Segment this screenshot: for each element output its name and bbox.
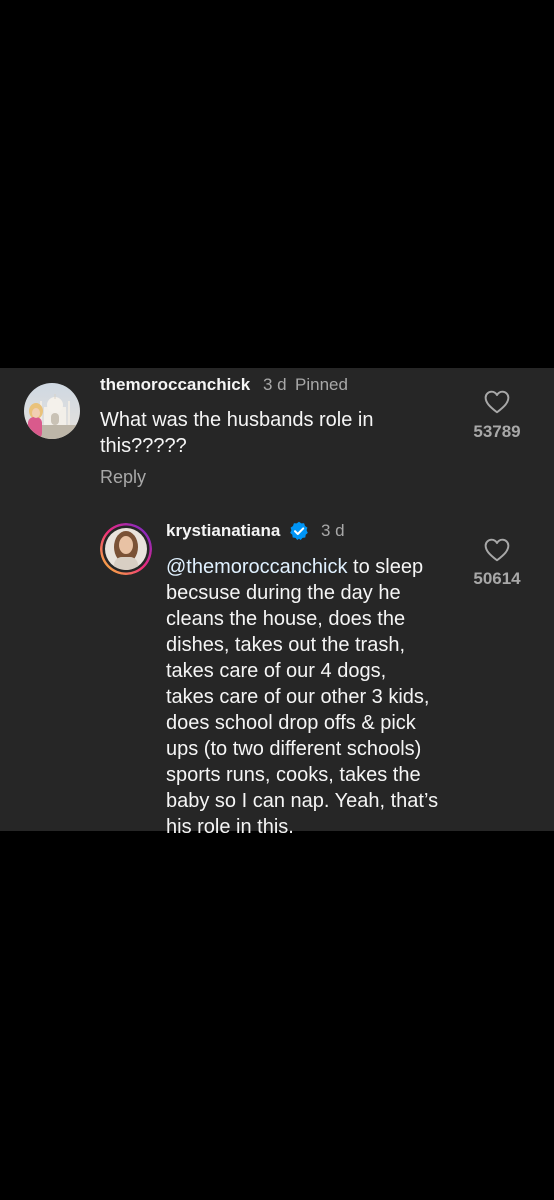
heart-outline-icon <box>484 538 510 562</box>
commenter-username[interactable]: themoroccanchick <box>100 375 250 395</box>
verified-badge-icon <box>289 521 309 546</box>
reply-time: 3 d <box>321 521 345 540</box>
reply-like-count: 50614 <box>473 569 521 588</box>
reply-line: takes care of our 4 dogs, <box>166 660 387 682</box>
comment-text: What was the husbands role in this????? <box>100 407 374 459</box>
reply-line: dishes, takes out the trash, <box>166 634 406 656</box>
replier-avatar-ring[interactable] <box>100 523 152 575</box>
comment-time: 3 d <box>263 375 287 394</box>
heart-outline-icon <box>484 390 510 414</box>
comment-line: What was the husbands role in <box>100 409 374 431</box>
reply-line: does school drop offs & pick <box>166 712 416 734</box>
reply-line: sports runs, cooks, takes the <box>166 764 421 786</box>
reply-line: ups (to two different schools) <box>166 738 422 760</box>
reply-line: cleans the house, does the <box>166 608 406 630</box>
reply-line: his role in this. <box>166 816 294 838</box>
like-reply-button[interactable] <box>484 538 510 567</box>
replier-username[interactable]: krystianatiana <box>166 521 280 541</box>
reply-line: to sleep <box>347 556 424 578</box>
commenter-avatar[interactable] <box>24 383 80 439</box>
reply-text: @themoroccanchick to sleep becsuse durin… <box>166 554 466 840</box>
reply-line: becsuse during the day he <box>166 582 401 604</box>
pinned-label: Pinned <box>295 375 348 394</box>
mention-link[interactable]: @themoroccanchick <box>166 556 347 578</box>
reply-line: baby so I can nap. Yeah, that’s <box>166 790 439 812</box>
comment-like-count: 53789 <box>473 422 521 441</box>
comment-line: this????? <box>100 435 187 457</box>
like-comment-button[interactable] <box>484 390 510 419</box>
reply-button[interactable]: Reply <box>100 467 146 488</box>
reply-line: takes care of our other 3 kids, <box>166 686 430 708</box>
comments-panel: themoroccanchick 3 d Pinned What was the… <box>0 368 554 838</box>
